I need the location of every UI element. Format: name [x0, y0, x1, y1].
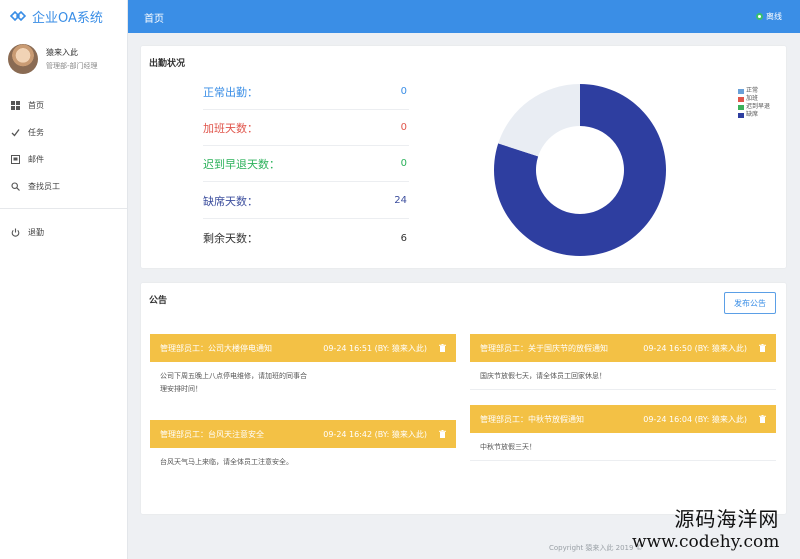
sidebar-item-find-staff[interactable]: 查找员工: [0, 173, 127, 200]
attendance-row-remaining: 剩余天数： 6: [203, 220, 409, 256]
attendance-row-overtime: 加班天数： 0: [203, 110, 409, 146]
attendance-value: 6: [400, 232, 407, 244]
user-name: 猿来入此: [46, 48, 78, 57]
legend-label: 加班: [746, 95, 759, 102]
check-icon: [10, 128, 20, 138]
notice-header[interactable]: 管理部员工：关于国庆节的放假通知 09-24 16:50 (BY: 猿来入此): [470, 334, 776, 362]
attendance-label: 加班天数：: [203, 121, 258, 135]
notice-item: 管理部员工：关于国庆节的放假通知 09-24 16:50 (BY: 猿来入此) …: [470, 334, 776, 390]
notice-title: 公告: [149, 296, 168, 306]
online-status[interactable]: 离线: [756, 11, 782, 22]
sidebar-item-tasks[interactable]: 任务: [0, 119, 127, 146]
attendance-value: 24: [394, 195, 407, 206]
footer-copyright: Copyright 猿来入此 2019 ©: [549, 544, 643, 552]
notice-item: 管理部员工：台风天注意安全 09-24 16:42 (BY: 猿来入此) 台风天…: [150, 420, 456, 475]
notice-item-date: 09-24 16:42 (BY: 猿来入此): [323, 429, 427, 439]
avatar[interactable]: [8, 44, 38, 74]
sidebar-item-logout[interactable]: 退勤: [0, 219, 127, 246]
notice-item-body: 中秋节放假三天！: [470, 433, 776, 461]
sidebar-item-label: 查找员工: [28, 182, 60, 191]
attendance-label: 迟到早退天数：: [203, 157, 280, 171]
notice-item-title: 管理部员工：关于国庆节的放假通知: [480, 343, 608, 353]
sidebar-item-label: 退勤: [28, 228, 44, 237]
sidebar-menu: 首页 任务 邮件 查找员工 退勤: [0, 84, 127, 246]
attendance-row-absent: 缺席天数： 24: [203, 183, 409, 219]
legend-swatch: [738, 104, 744, 110]
legend-item[interactable]: 加班: [738, 95, 770, 103]
notice-item-body: 国庆节放假七天，请全体员工回家休息！: [470, 362, 776, 390]
legend-label: 正常: [746, 87, 759, 94]
sidebar: 企业OA系统 猿来入此 管理部-部门经理 首页 任务 邮件 查找员工 退勤: [0, 0, 128, 559]
user-role: 管理部-部门经理: [46, 62, 98, 70]
watermark-line-1: 源码海洋网: [674, 507, 780, 531]
trash-icon[interactable]: [439, 344, 446, 352]
page-title: 首页: [144, 14, 164, 25]
legend-item[interactable]: 正常: [738, 87, 770, 95]
trash-icon[interactable]: [439, 430, 446, 438]
logo-icon: [10, 11, 26, 21]
mail-icon: [10, 155, 20, 165]
app-logo[interactable]: 企业OA系统: [0, 0, 127, 32]
top-bar: 首页 离线: [128, 0, 800, 33]
attendance-title: 出勤状况: [149, 59, 186, 69]
notice-header[interactable]: 管理部员工：台风天注意安全 09-24 16:42 (BY: 猿来入此): [150, 420, 456, 448]
notice-item-title: 管理部员工：台风天注意安全: [160, 429, 264, 439]
status-label: 离线: [766, 12, 782, 21]
grid-icon: [10, 101, 20, 111]
attendance-value: 0: [400, 158, 407, 169]
attendance-label: 缺席天数：: [203, 194, 258, 208]
search-icon: [10, 182, 20, 192]
donut-slice-剩余[interactable]: [498, 84, 580, 157]
notice-header[interactable]: 管理部员工：中秋节放假通知 09-24 16:04 (BY: 猿来入此): [470, 405, 776, 433]
attendance-row-late: 迟到早退天数： 0: [203, 146, 409, 182]
chart-legend: 正常 加班 迟到早退 缺席: [738, 87, 770, 119]
attendance-value: 0: [400, 122, 407, 133]
sidebar-item-label: 任务: [28, 128, 44, 137]
sidebar-item-mail[interactable]: 邮件: [0, 146, 127, 173]
notice-item-title: 管理部员工：公司大楼停电通知: [160, 343, 272, 353]
notice-card: 公告 发布公告 管理部员工：公司大楼停电通知 09-24 16:51 (BY: …: [141, 283, 786, 514]
notice-header[interactable]: 管理部员工：公司大楼停电通知 09-24 16:51 (BY: 猿来入此): [150, 334, 456, 362]
legend-swatch: [738, 88, 744, 94]
legend-label: 缺席: [746, 111, 759, 118]
attendance-value: 0: [400, 86, 407, 97]
notice-item: 管理部员工：中秋节放假通知 09-24 16:04 (BY: 猿来入此) 中秋节…: [470, 405, 776, 461]
attendance-donut-chart: [494, 84, 666, 256]
watermark: 源码海洋网 www.codehy.com: [632, 503, 779, 552]
watermark-line-2: www.codehy.com: [632, 532, 780, 552]
legend-item[interactable]: 迟到早退: [738, 103, 770, 111]
attendance-row-normal: 正常出勤： 0: [203, 74, 409, 110]
legend-swatch: [738, 96, 744, 102]
sidebar-item-home[interactable]: 首页: [0, 92, 127, 119]
sidebar-item-label: 首页: [28, 101, 44, 110]
legend-item[interactable]: 缺席: [738, 111, 770, 119]
divider: [0, 208, 127, 209]
sidebar-item-label: 邮件: [28, 155, 44, 164]
notice-item-date: 09-24 16:50 (BY: 猿来入此): [643, 343, 747, 353]
attendance-label: 正常出勤：: [203, 85, 258, 99]
user-profile: 猿来入此 管理部-部门经理: [0, 32, 127, 84]
publish-notice-button[interactable]: 发布公告: [724, 292, 776, 314]
notice-item-body: 公司下周五晚上八点停电维修，请加班的同事合理安排时间！: [160, 372, 307, 393]
power-icon: [10, 228, 20, 238]
app-title: 企业OA系统: [32, 10, 103, 26]
status-dot-icon: [756, 13, 763, 20]
notice-item-date: 09-24 16:51 (BY: 猿来入此): [323, 343, 427, 353]
notice-item-body: 台风天气马上来临，请全体员工注意安全。: [160, 458, 293, 466]
notice-item: 管理部员工：公司大楼停电通知 09-24 16:51 (BY: 猿来入此) 公司…: [150, 334, 456, 409]
notice-item-title: 管理部员工：中秋节放假通知: [480, 414, 584, 424]
trash-icon[interactable]: [759, 415, 766, 423]
notice-item-date: 09-24 16:04 (BY: 猿来入此): [643, 414, 747, 424]
attendance-card: 出勤状况 正常出勤： 0 加班天数： 0 迟到早退天数： 0 缺席天数： 24 …: [141, 46, 786, 268]
legend-label: 迟到早退: [746, 103, 771, 110]
attendance-label: 剩余天数：: [203, 232, 258, 245]
trash-icon[interactable]: [759, 344, 766, 352]
legend-swatch: [738, 112, 744, 118]
